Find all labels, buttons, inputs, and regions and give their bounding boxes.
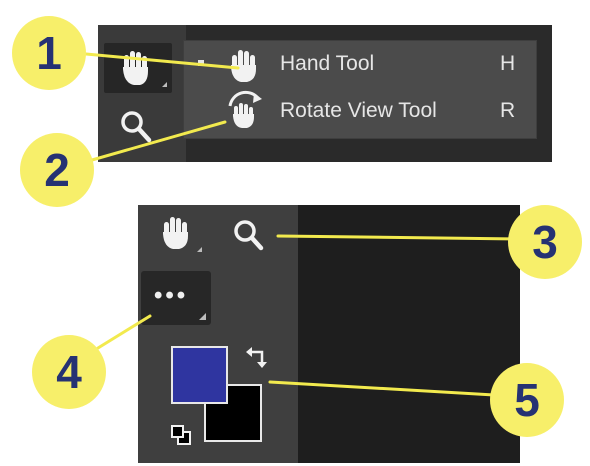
callout-2: 2 [20,133,94,207]
callout-1: 1 [12,16,86,90]
callout-5: 5 [490,363,564,437]
callout-4: 4 [32,335,106,409]
callout-3: 3 [508,205,582,279]
